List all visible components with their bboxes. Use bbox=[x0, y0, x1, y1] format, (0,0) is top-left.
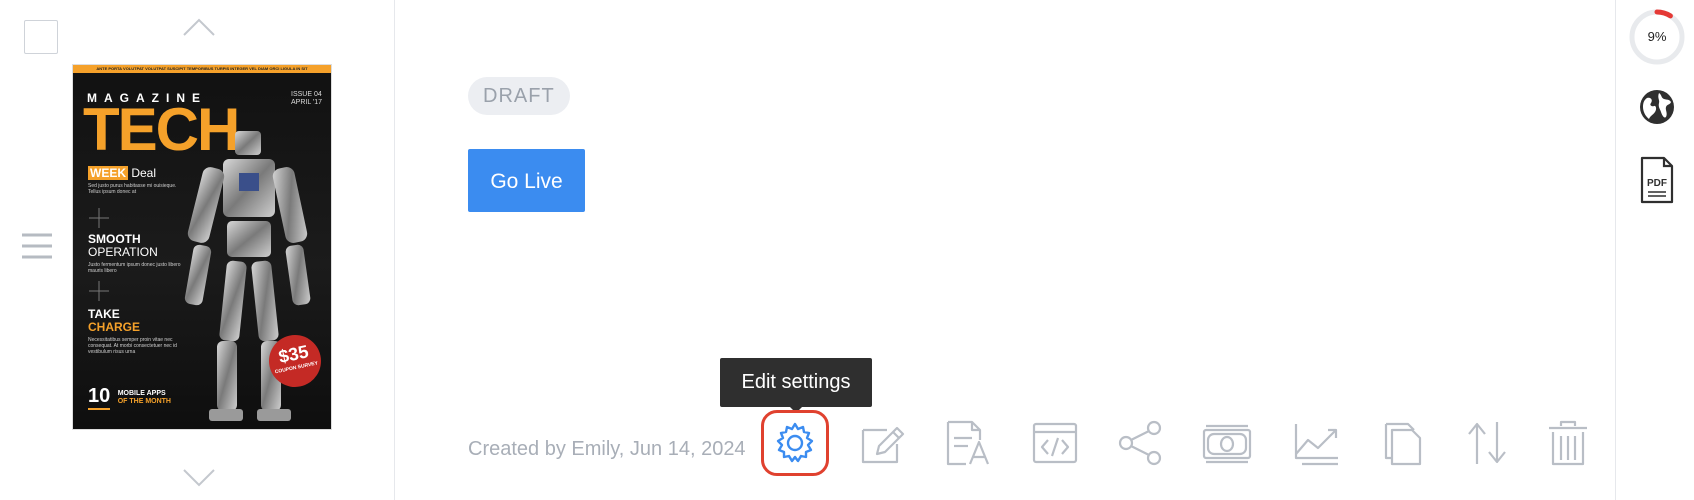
cover-week-text: Sed justo purus habitasse mi ouisieque. … bbox=[88, 183, 177, 195]
cover-apps-label: MOBILE APPS OF THE MONTH bbox=[118, 390, 171, 406]
cover-apps-line1: MOBILE APPS bbox=[117, 389, 166, 397]
cover-week-rest: Deal bbox=[131, 166, 157, 180]
edit-content-button[interactable] bbox=[857, 418, 907, 468]
globe-icon[interactable] bbox=[1639, 89, 1675, 125]
cover-take-text: Necessitatibus semper proin vitae nec co… bbox=[88, 337, 177, 355]
pdf-label: PDF bbox=[1647, 178, 1667, 189]
monetize-button[interactable] bbox=[1202, 418, 1252, 468]
item-left-panel: ANTE PORTA VOLUTPAT VOLUTPAT SUSCIPIT TE… bbox=[0, 0, 395, 500]
go-live-button[interactable]: Go Live bbox=[468, 149, 585, 212]
cover-take-sub: CHARGE bbox=[88, 320, 141, 334]
chevron-down-icon[interactable] bbox=[182, 468, 216, 488]
item-right-panel: 9% PDF bbox=[1615, 0, 1694, 500]
chart-line-icon bbox=[1294, 424, 1338, 466]
created-info: Created by Emily, Jun 14, 2024 bbox=[468, 438, 746, 460]
cover-week-deal: WEEK Deal Sed justo purus habitasse mi o… bbox=[88, 166, 183, 195]
cover-week-highlight: WEEK bbox=[88, 166, 128, 180]
cover-cross-icon bbox=[89, 208, 109, 228]
cover-take-charge: TAKE CHARGE Necessitatibus semper proin … bbox=[88, 308, 183, 356]
edit-text-button[interactable] bbox=[942, 418, 992, 468]
cover-smooth-operation: SMOOTH OPERATION Justo fermentum ipsum d… bbox=[88, 233, 183, 275]
share-button[interactable] bbox=[1116, 418, 1166, 468]
sort-arrows-icon bbox=[1468, 422, 1506, 464]
trash-icon bbox=[1549, 420, 1587, 466]
pencil-icon bbox=[861, 426, 905, 464]
reorder-button[interactable] bbox=[1463, 418, 1513, 468]
status-badge: DRAFT bbox=[468, 77, 570, 115]
share-icon bbox=[1118, 420, 1162, 466]
stats-button[interactable] bbox=[1292, 418, 1342, 468]
cover-issue: ISSUE 04 APRIL '17 bbox=[291, 91, 322, 107]
select-checkbox[interactable] bbox=[24, 20, 58, 54]
chevron-up-icon[interactable] bbox=[182, 17, 216, 37]
cover-cross-icon bbox=[89, 281, 109, 301]
embed-button[interactable] bbox=[1030, 418, 1080, 468]
tooltip: Edit settings bbox=[720, 358, 872, 413]
cover-smooth-text: Justo fermentum ipsum donec justo libero… bbox=[88, 262, 181, 274]
copy-icon bbox=[1384, 422, 1422, 466]
drag-handle-icon[interactable] bbox=[20, 231, 54, 261]
gear-icon bbox=[776, 422, 814, 463]
cover-apps: 10 MOBILE APPS OF THE MONTH bbox=[88, 385, 171, 410]
edit-settings-button[interactable] bbox=[761, 410, 829, 476]
cover-issue-date: APRIL '17 bbox=[291, 99, 323, 106]
text-edit-icon bbox=[946, 420, 990, 466]
duplicate-button[interactable] bbox=[1378, 418, 1428, 468]
delete-button[interactable] bbox=[1543, 418, 1593, 468]
pdf-icon[interactable]: PDF bbox=[1640, 156, 1674, 204]
cover-smooth-sub: OPERATION bbox=[88, 245, 158, 259]
embed-code-icon bbox=[1032, 422, 1078, 464]
cover-apps-number: 10 bbox=[88, 385, 111, 410]
progress-label: 9% bbox=[1647, 29, 1667, 44]
cover-issue-number: ISSUE 04 bbox=[291, 91, 322, 98]
cover-top-banner: ANTE PORTA VOLUTPAT VOLUTPAT SUSCIPIT TE… bbox=[73, 65, 331, 73]
cover-apps-line2: OF THE MONTH bbox=[117, 397, 171, 405]
money-icon bbox=[1202, 424, 1252, 464]
magazine-cover-thumbnail[interactable]: ANTE PORTA VOLUTPAT VOLUTPAT SUSCIPIT TE… bbox=[73, 65, 331, 429]
